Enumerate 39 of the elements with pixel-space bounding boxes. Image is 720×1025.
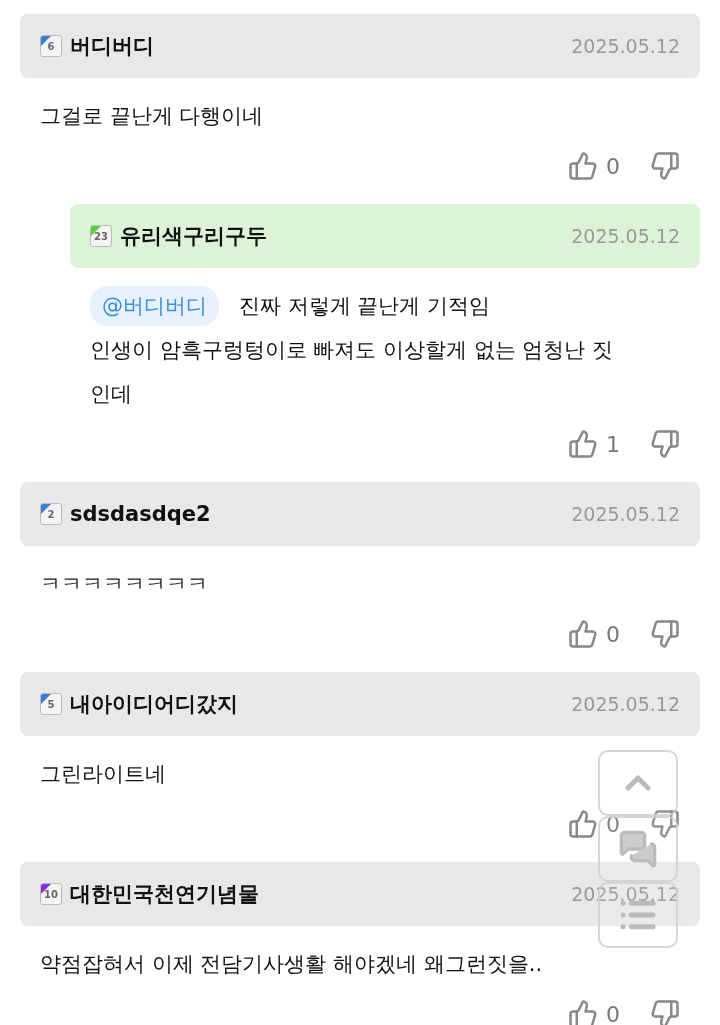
comments-button[interactable] xyxy=(598,816,678,882)
thumbs-up-icon[interactable] xyxy=(568,429,598,459)
comment-text: 그린라이트네 xyxy=(40,761,166,788)
comment-date: 2025.05.12 xyxy=(571,225,680,247)
user-name[interactable]: 버디버디 xyxy=(70,32,154,60)
like-count: 0 xyxy=(606,621,620,647)
thumbs-down-icon[interactable] xyxy=(650,999,680,1025)
comment-text: 인생이 암흑구렁텅이로 빠져도 이상할게 없는 엄청난 짓인데 xyxy=(90,337,615,408)
comment-date: 2025.05.12 xyxy=(571,503,680,525)
like-count: 1 xyxy=(606,431,620,457)
user-name[interactable]: sdsdasdqe2 xyxy=(70,502,211,526)
thumbs-up-icon[interactable] xyxy=(568,809,598,839)
thumbs-up-icon[interactable] xyxy=(568,619,598,649)
comment-text: 약점잡혀서 이제 전담기사생활 해야겠네 왜그런짓을.. xyxy=(40,951,543,978)
like-count: 0 xyxy=(606,1001,620,1025)
scroll-top-button[interactable] xyxy=(598,750,678,816)
thumbs-down-icon[interactable] xyxy=(650,809,680,839)
chat-bubbles-icon xyxy=(618,829,658,869)
level-badge: 5 xyxy=(40,693,62,715)
thumbs-down-icon[interactable] xyxy=(650,429,680,459)
user-name[interactable]: 대한민국천연기념물 xyxy=(70,880,259,908)
comment-text: ㅋㅋㅋㅋㅋㅋㅋㅋ xyxy=(40,571,208,598)
comment-date: 2025.05.12 xyxy=(571,35,680,57)
thumbs-down-icon[interactable] xyxy=(650,151,680,181)
comment-text: 그걸로 끝난게 다행이네 xyxy=(40,103,264,130)
level-badge: 2 xyxy=(40,503,62,525)
level-badge: 23 xyxy=(90,225,112,247)
level-badge: 6 xyxy=(40,35,62,57)
user-name[interactable]: 내아이디어디갔지 xyxy=(70,690,238,718)
like-count: 0 xyxy=(606,153,620,179)
thumbs-down-icon[interactable] xyxy=(650,619,680,649)
user-name[interactable]: 유리색구리구두 xyxy=(120,222,267,250)
level-badge: 10 xyxy=(40,883,62,905)
comment-date: 2025.05.12 xyxy=(571,883,680,905)
like-count: 0 xyxy=(606,811,620,837)
thumbs-up-icon[interactable] xyxy=(568,151,598,181)
comment-date: 2025.05.12 xyxy=(571,693,680,715)
thumbs-up-icon[interactable] xyxy=(568,999,598,1025)
comment-text: 진짜 저렇게 끝난게 기적임 xyxy=(239,293,491,320)
